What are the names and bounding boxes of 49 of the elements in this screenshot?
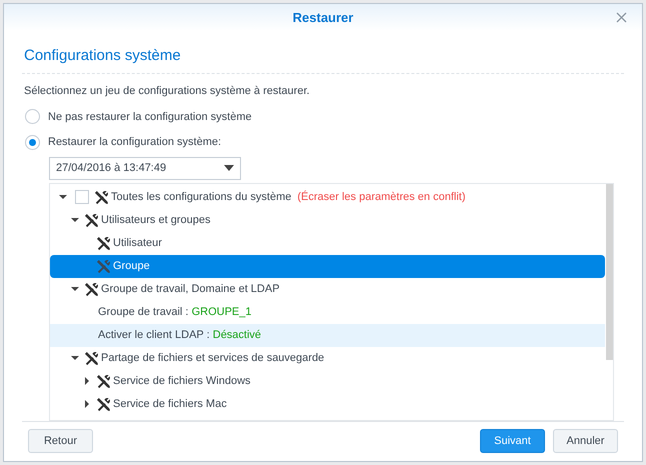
caret-down-icon[interactable] xyxy=(70,215,80,225)
radio-button[interactable] xyxy=(25,134,40,150)
caret-right-icon[interactable] xyxy=(82,376,92,386)
tree-label: Service de fichiers Windows xyxy=(113,374,251,389)
tree-row[interactable]: Activer le client LDAP : Désactivé xyxy=(50,324,605,346)
tools-icon xyxy=(84,212,99,228)
radio-label: Restaurer la configuration système: xyxy=(48,135,222,150)
tools-icon xyxy=(94,190,109,204)
tree-row[interactable]: Utilisateurs et groupes xyxy=(50,208,605,232)
tree-row[interactable]: Groupe de travail, Domaine et LDAP xyxy=(50,278,605,300)
tree-row[interactable]: Service de fichiers Windows xyxy=(50,370,605,392)
tools-icon xyxy=(84,282,99,296)
window-title: Restaurer xyxy=(292,8,354,27)
tree-label: Service de fichiers Mac xyxy=(113,396,227,412)
backup-dropdown[interactable]: 27/04/2016 à 13:47:49 xyxy=(49,156,241,180)
section-title: Configurations système xyxy=(24,47,181,64)
caret-down-icon[interactable] xyxy=(70,353,80,363)
tree-row[interactable]: Service de fichiers Mac xyxy=(50,392,605,416)
setting-text: Groupe de travail : GROUPE_1 xyxy=(98,304,252,320)
tree-label: Utilisateur xyxy=(113,236,162,251)
tree-row[interactable]: Partage de fichiers et services de sauvegarde xyxy=(50,346,605,370)
tools-icon xyxy=(84,350,99,366)
tree-row[interactable]: Groupe xyxy=(50,254,605,278)
checkbox[interactable] xyxy=(75,190,89,204)
secondary-button[interactable]: Annuler xyxy=(553,429,618,453)
tools-icon xyxy=(96,236,111,250)
caret-down-icon[interactable] xyxy=(58,192,68,202)
caret-down-icon[interactable] xyxy=(70,284,80,294)
radio-label: Ne pas restaurer la configuration système xyxy=(48,110,252,124)
tree-row[interactable]: Utilisateur xyxy=(50,232,605,254)
tree-label: Groupe de travail, Domaine et LDAP xyxy=(101,282,280,297)
instruction-text: Sélectionnez un jeu de configurations système à restaurer. xyxy=(24,84,311,99)
radio-button[interactable] xyxy=(25,109,40,124)
tools-icon xyxy=(96,258,111,274)
tree-label: Toutes les configurations du système xyxy=(111,190,292,205)
setting-text: Activer le client LDAP : Désactivé xyxy=(98,328,262,343)
tools-icon xyxy=(96,396,111,412)
caret-down-icon xyxy=(224,165,234,171)
tree-label: Partage de fichiers et services de sauvegarde xyxy=(101,350,324,366)
caret-right-icon[interactable] xyxy=(82,399,92,409)
warning-note: (Écraser les paramètres en conflit) xyxy=(297,190,466,205)
tree-label: Groupe xyxy=(113,258,150,274)
scrollbar[interactable] xyxy=(606,184,613,360)
secondary-button[interactable]: Retour xyxy=(28,429,93,453)
tree-label: Utilisateurs et groupes xyxy=(101,212,210,228)
tree-row[interactable]: Toutes les configurations du système (Écraser les paramètres en conflit) xyxy=(50,186,605,208)
tools-icon xyxy=(96,374,111,388)
tree-row[interactable]: Groupe de travail : GROUPE_1 xyxy=(50,300,605,324)
close-icon[interactable] xyxy=(616,12,627,23)
